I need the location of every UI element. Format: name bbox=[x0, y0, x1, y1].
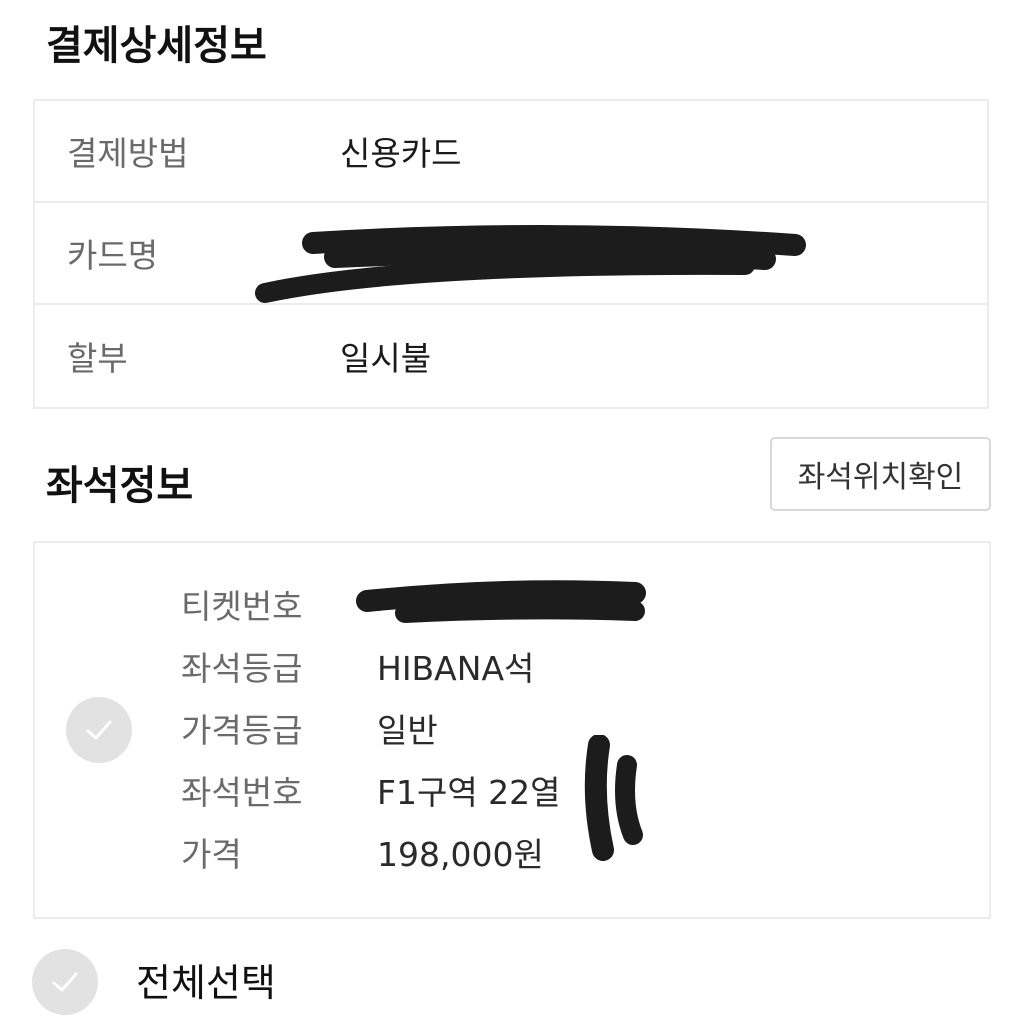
price-label: 가격 bbox=[181, 835, 242, 874]
seat-row-price-grade: 가격등급 일반 bbox=[181, 697, 561, 759]
payment-details-table: 결제방법 신용카드 카드명 할부 일시불 bbox=[33, 99, 989, 409]
select-all-label[interactable]: 전체선택 bbox=[136, 952, 276, 1007]
ticket-number-label: 티켓번호 bbox=[181, 587, 303, 626]
seat-grade-value: HIBANA석 bbox=[377, 649, 535, 688]
check-icon bbox=[52, 972, 78, 992]
installment-value: 일시불 bbox=[340, 339, 432, 378]
installment-label: 할부 bbox=[67, 339, 128, 378]
seat-row-seat-number: 좌석번호 F1구역 22열 bbox=[181, 759, 561, 821]
seat-select-checkbox[interactable] bbox=[66, 697, 132, 763]
payment-row-installment: 할부 일시불 bbox=[35, 305, 987, 407]
seat-number-label: 좌석번호 bbox=[181, 773, 303, 812]
check-icon bbox=[86, 720, 112, 740]
seat-section-title: 좌석정보 bbox=[46, 463, 194, 509]
seat-location-button[interactable]: 좌석위치확인 bbox=[770, 437, 991, 511]
payment-method-label: 결제방법 bbox=[67, 134, 189, 173]
seat-number-value: F1구역 22열 bbox=[377, 773, 561, 812]
seat-row-ticket-number: 티켓번호 bbox=[181, 573, 561, 635]
price-grade-label: 가격등급 bbox=[181, 711, 303, 750]
payment-row-card-name: 카드명 bbox=[35, 203, 987, 305]
payment-row-method: 결제방법 신용카드 bbox=[35, 101, 987, 203]
seat-number-redaction bbox=[584, 735, 643, 861]
card-name-label: 카드명 bbox=[67, 236, 159, 275]
select-all-checkbox[interactable] bbox=[32, 949, 98, 1015]
payment-section-title: 결제상세정보 bbox=[46, 23, 267, 69]
seat-info-card: 티켓번호 좌석등급 HIBANA석 가격등급 일반 좌석번호 F1구역 22열 … bbox=[33, 541, 991, 919]
price-grade-value: 일반 bbox=[377, 711, 438, 750]
price-value: 198,000원 bbox=[377, 835, 544, 874]
seat-grade-label: 좌석등급 bbox=[181, 649, 303, 688]
seat-row-grade: 좌석등급 HIBANA석 bbox=[181, 635, 561, 697]
seat-row-price: 가격 198,000원 bbox=[181, 821, 561, 883]
payment-method-value: 신용카드 bbox=[340, 134, 462, 173]
seat-info-list: 티켓번호 좌석등급 HIBANA석 가격등급 일반 좌석번호 F1구역 22열 … bbox=[181, 573, 561, 883]
